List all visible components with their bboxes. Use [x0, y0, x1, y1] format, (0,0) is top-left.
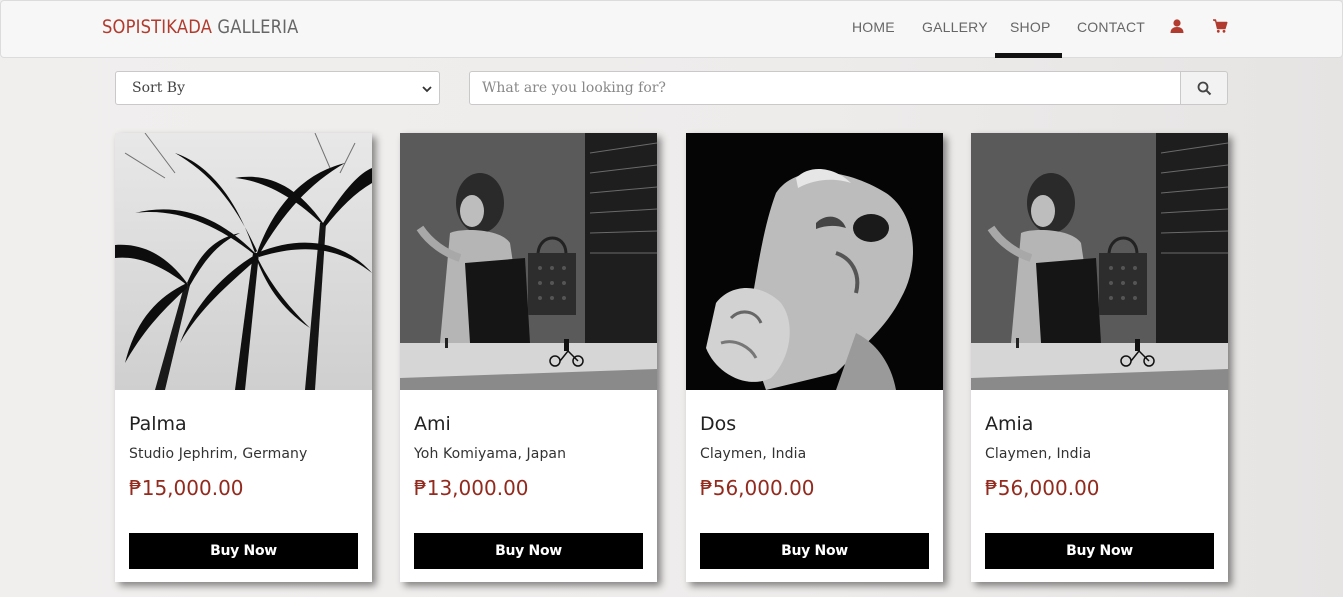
product-price: ₱56,000.00	[985, 476, 1100, 500]
product-card[interactable]: Ami Yoh Komiyama, Japan ₱13,000.00 Buy N…	[400, 133, 657, 582]
buy-now-button[interactable]: Buy Now	[129, 533, 358, 569]
product-title[interactable]: Palma	[129, 413, 187, 435]
product-card[interactable]: Amia Claymen, India ₱56,000.00 Buy Now	[971, 133, 1228, 582]
user-icon[interactable]	[1169, 18, 1185, 34]
product-title[interactable]: Amia	[985, 413, 1033, 435]
search-input[interactable]	[469, 71, 1181, 105]
product-price: ₱56,000.00	[700, 476, 815, 500]
product-artist: Yoh Komiyama, Japan	[414, 446, 567, 462]
nav-active-indicator	[995, 53, 1062, 58]
chevron-down-icon	[422, 86, 432, 93]
sort-by-label: Sort By	[132, 80, 185, 96]
product-image-woman-billboard[interactable]	[971, 133, 1228, 390]
product-artist: Claymen, India	[985, 446, 1092, 462]
search-icon	[1197, 81, 1212, 96]
buy-now-button[interactable]: Buy Now	[985, 533, 1214, 569]
product-image-woman-billboard[interactable]	[400, 133, 657, 390]
cart-icon[interactable]	[1212, 18, 1228, 34]
nav-contact[interactable]: CONTACT	[1077, 19, 1145, 35]
sort-by-select[interactable]: Sort By	[115, 71, 440, 105]
top-navbar: SOPISTIKADA GALLERIA HOME GALLERY SHOP C…	[0, 0, 1343, 58]
nav-shop[interactable]: SHOP	[1010, 19, 1050, 35]
product-artist: Studio Jephrim, Germany	[129, 446, 308, 462]
product-artist: Claymen, India	[700, 446, 807, 462]
product-card[interactable]: Dos Claymen, India ₱56,000.00 Buy Now	[686, 133, 943, 582]
product-card[interactable]: Palma Studio Jephrim, Germany ₱15,000.00…	[115, 133, 372, 582]
search-button[interactable]	[1180, 71, 1228, 105]
buy-now-button[interactable]: Buy Now	[414, 533, 643, 569]
nav-home[interactable]: HOME	[852, 19, 895, 35]
product-title[interactable]: Dos	[700, 413, 736, 435]
product-title[interactable]: Ami	[414, 413, 451, 435]
nav-gallery[interactable]: GALLERY	[922, 19, 988, 35]
product-image-screaming-sculpture[interactable]	[686, 133, 943, 390]
buy-now-button[interactable]: Buy Now	[700, 533, 929, 569]
product-price: ₱15,000.00	[129, 476, 244, 500]
product-price: ₱13,000.00	[414, 476, 529, 500]
product-image-palm-trees[interactable]	[115, 133, 372, 390]
